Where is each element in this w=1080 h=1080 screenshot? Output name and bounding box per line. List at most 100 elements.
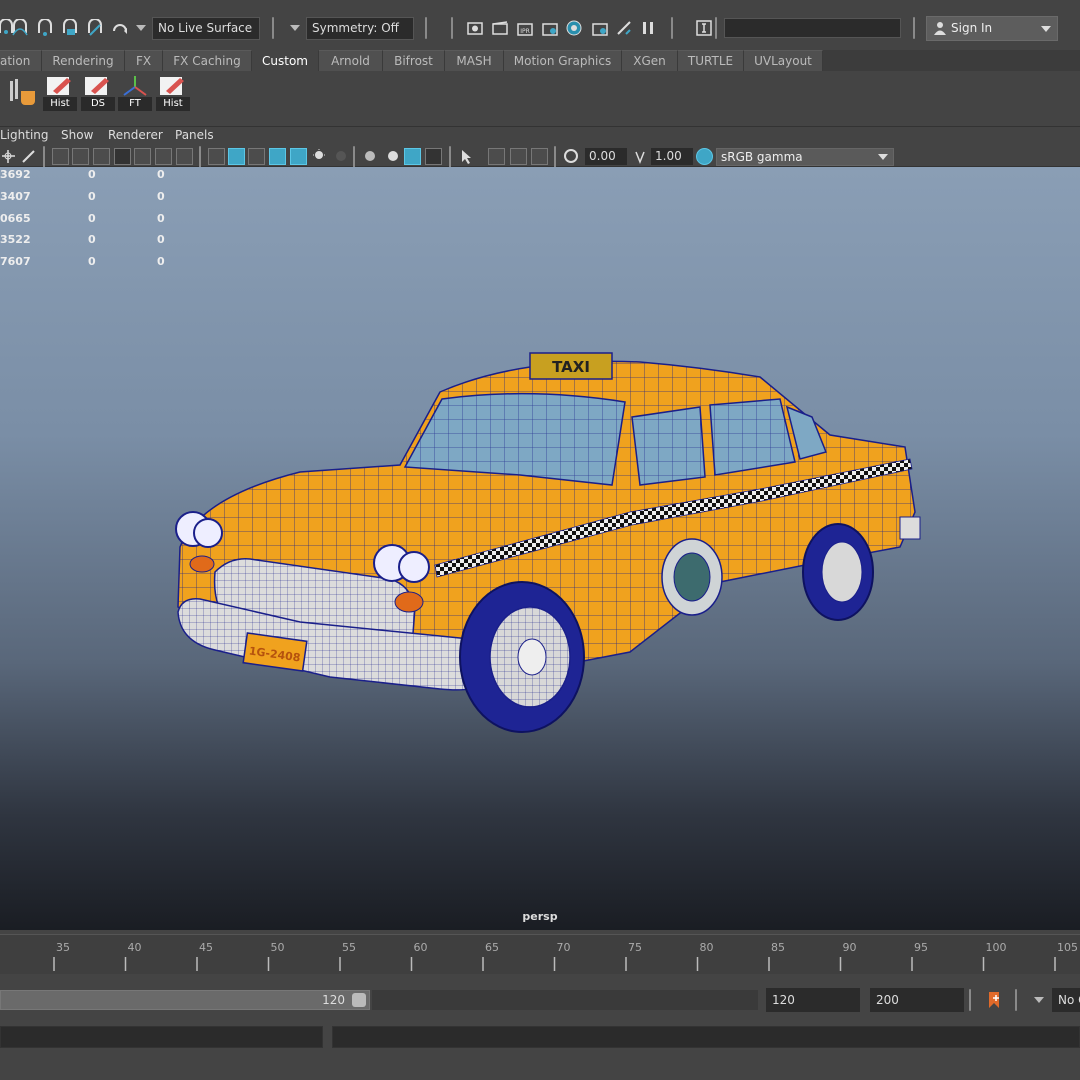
range-slider-bar[interactable]: 120 [0, 990, 370, 1010]
wireframe-icon[interactable] [208, 148, 225, 165]
command-input[interactable] [0, 1026, 323, 1048]
range-slider: 120 120 200 No C [0, 984, 1080, 1018]
range-track[interactable] [372, 990, 758, 1010]
ipr-render-icon[interactable]: IPR [515, 18, 535, 38]
tab-rendering[interactable]: Rendering [42, 50, 125, 71]
render-frame-icon[interactable] [490, 18, 510, 38]
tab-arnold[interactable]: Arnold [319, 50, 383, 71]
safe-action-icon[interactable] [155, 148, 172, 165]
isolate-select-icon[interactable] [404, 148, 421, 165]
hypershade-icon[interactable] [564, 18, 584, 38]
gamma-icon[interactable] [632, 148, 649, 165]
auto-key-icon[interactable] [984, 990, 1004, 1010]
light-editor-icon[interactable] [590, 18, 610, 38]
film-gate-icon[interactable] [72, 148, 89, 165]
gate-mask-icon[interactable] [114, 148, 131, 165]
help-line [0, 1054, 1080, 1080]
separator [1014, 989, 1018, 1011]
separator [198, 146, 202, 168]
safe-title-icon[interactable] [176, 148, 193, 165]
color-space-label: sRGB gamma [721, 150, 803, 164]
default-material-icon[interactable] [248, 148, 265, 165]
ambient-occlusion-icon[interactable] [425, 148, 442, 165]
shelf-tabs: ation Rendering FX FX Caching Custom Arn… [0, 50, 1080, 71]
tab-motion-graphics[interactable]: Motion Graphics [504, 50, 622, 71]
color-space-dropdown[interactable]: sRGB gamma [716, 148, 894, 166]
lights-icon[interactable] [311, 148, 328, 165]
input-line-icon[interactable] [694, 18, 714, 38]
symmetry-field[interactable]: Symmetry: Off [306, 17, 414, 40]
end-time-field[interactable]: 120 [766, 988, 860, 1012]
tab-uvlayout[interactable]: UVLayout [744, 50, 823, 71]
range-handle[interactable] [352, 993, 366, 1007]
snap-view-plane-icon[interactable] [60, 18, 80, 38]
render-view-icon[interactable] [465, 18, 485, 38]
grid-icon[interactable] [52, 148, 69, 165]
snap-curve-icon[interactable] [10, 18, 30, 38]
chevron-down-icon[interactable] [1034, 997, 1044, 1003]
tab-mash[interactable]: MASH [445, 50, 504, 71]
separator [912, 17, 916, 39]
headlight [398, 551, 430, 583]
gamma-field[interactable]: 1.00 [651, 148, 693, 165]
exposure-icon[interactable] [563, 148, 580, 165]
frame-icon[interactable] [531, 148, 548, 165]
sign-in-button[interactable]: Sign In [926, 16, 1058, 41]
menu-lighting[interactable]: Lighting [0, 128, 49, 142]
frame-selected-icon[interactable] [510, 148, 527, 165]
field-chart-icon[interactable] [134, 148, 151, 165]
pause-icon[interactable] [638, 18, 658, 38]
select-icon[interactable] [458, 148, 475, 165]
chevron-down-icon[interactable] [290, 25, 300, 31]
hist-shelf-button[interactable]: Hist [43, 75, 77, 111]
wireframe-on-shaded-icon[interactable] [269, 148, 286, 165]
chevron-down-icon[interactable] [136, 25, 146, 31]
time-label: 85 [771, 941, 785, 954]
time-label: 75 [628, 941, 642, 954]
tab-xgen[interactable]: XGen [622, 50, 678, 71]
input-line-field[interactable] [724, 18, 901, 38]
tab-custom[interactable]: Custom [252, 50, 319, 71]
smooth-shade-icon[interactable] [228, 148, 245, 165]
character-set-field[interactable]: No C [1052, 988, 1080, 1012]
pause-viewport-icon[interactable] [614, 18, 634, 38]
taxi-model[interactable]: TAXI 1G-2408 [0, 167, 1080, 930]
xray-joints-icon[interactable] [385, 148, 402, 165]
snap-surface-icon[interactable] [110, 18, 130, 38]
separator [424, 17, 428, 39]
hist-shelf-button[interactable]: Hist [156, 75, 190, 111]
render-settings-icon[interactable] [540, 18, 560, 38]
shelf-options-icon[interactable] [8, 77, 36, 107]
sign-in-label: Sign In [951, 21, 993, 35]
shelf-button-label: Hist [156, 97, 190, 111]
ft-shelf-button[interactable]: FT [118, 75, 152, 111]
resolution-gate-icon[interactable] [93, 148, 110, 165]
snap-live-icon[interactable] [85, 18, 105, 38]
select-camera-icon[interactable] [0, 148, 17, 165]
viewport-persp[interactable]: 3692 0 0 3407 0 0 0665 0 0 3522 0 0 7607… [0, 167, 1080, 930]
textured-icon[interactable] [290, 148, 307, 165]
xray-icon[interactable] [362, 148, 379, 165]
tab-fx-caching[interactable]: FX Caching [163, 50, 252, 71]
time-slider[interactable]: 35 40 45 50 55 60 65 70 75 80 85 90 95 100 105 [0, 934, 1080, 974]
exposure-field[interactable]: 0.00 [585, 148, 627, 165]
tab-bifrost[interactable]: Bifrost [383, 50, 445, 71]
shadows-icon[interactable] [333, 148, 350, 165]
user-icon [934, 22, 946, 35]
time-label: 70 [556, 941, 571, 954]
frame-all-icon[interactable] [488, 148, 505, 165]
live-surface-field[interactable]: No Live Surface [152, 17, 260, 40]
menu-show[interactable]: Show [61, 128, 93, 142]
ds-shelf-button[interactable]: DS [81, 75, 115, 111]
tab-fx[interactable]: FX [125, 50, 163, 71]
menu-panels[interactable]: Panels [175, 128, 214, 142]
menu-renderer[interactable]: Renderer [108, 128, 163, 142]
tab-animation[interactable]: ation [0, 50, 42, 71]
brush-icon[interactable] [20, 148, 37, 165]
chevron-down-icon [878, 154, 888, 160]
anim-end-field[interactable]: 200 [870, 988, 964, 1012]
snap-point-icon[interactable] [35, 18, 55, 38]
tab-turtle[interactable]: TURTLE [678, 50, 744, 71]
color-management-icon[interactable] [696, 148, 713, 165]
time-label: 55 [342, 941, 356, 954]
